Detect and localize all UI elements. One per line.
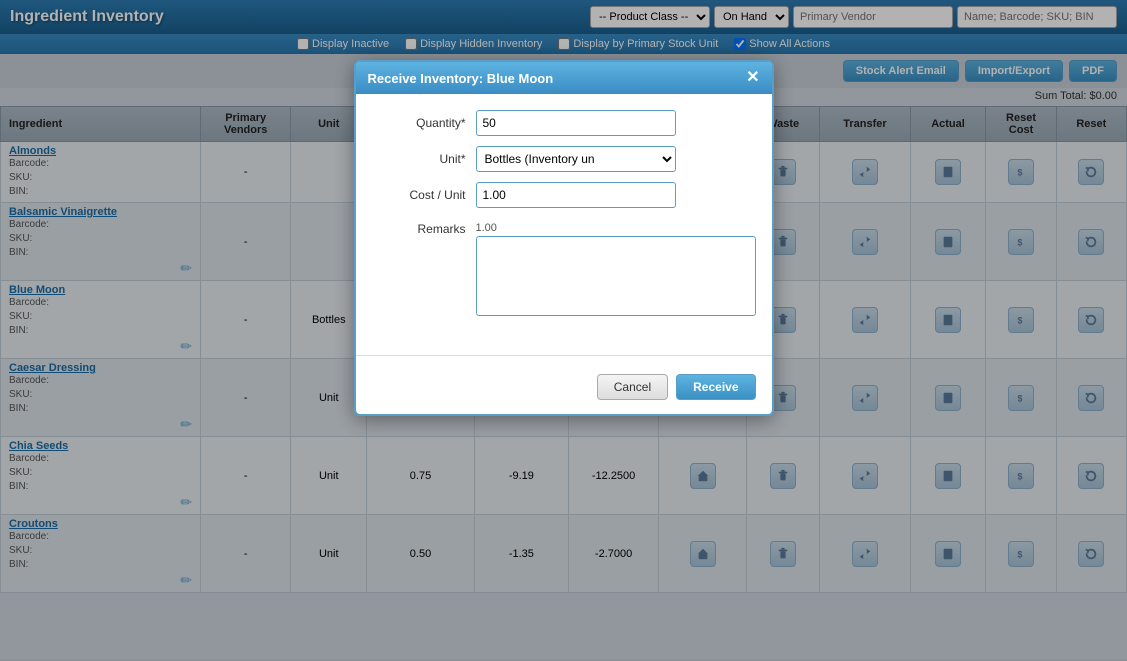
modal-divider [356, 355, 772, 356]
cancel-button[interactable]: Cancel [597, 374, 668, 400]
unit-label: Unit* [376, 152, 476, 166]
unit-row: Unit* Bottles (Inventory un [376, 146, 752, 172]
remarks-textarea[interactable] [476, 236, 756, 316]
remarks-label: Remarks [376, 218, 476, 236]
modal-overlay: Receive Inventory: Blue Moon ✕ Quantity*… [0, 0, 1127, 661]
modal-footer: Cancel Receive [356, 366, 772, 414]
remarks-note: 1.00 [476, 218, 756, 234]
quantity-input[interactable] [476, 110, 676, 136]
quantity-label: Quantity* [376, 116, 476, 130]
modal-close-button[interactable]: ✕ [746, 70, 759, 86]
modal-header: Receive Inventory: Blue Moon ✕ [356, 62, 772, 94]
modal-body: Quantity* Unit* Bottles (Inventory un Co… [356, 94, 772, 345]
receive-button[interactable]: Receive [676, 374, 755, 400]
modal-title: Receive Inventory: Blue Moon [368, 71, 554, 86]
remarks-row: Remarks 1.00 [376, 218, 752, 319]
modal: Receive Inventory: Blue Moon ✕ Quantity*… [354, 60, 774, 416]
cost-unit-input[interactable] [476, 182, 676, 208]
quantity-row: Quantity* [376, 110, 752, 136]
unit-select[interactable]: Bottles (Inventory un [476, 146, 676, 172]
cost-unit-label: Cost / Unit [376, 188, 476, 202]
cost-unit-row: Cost / Unit [376, 182, 752, 208]
